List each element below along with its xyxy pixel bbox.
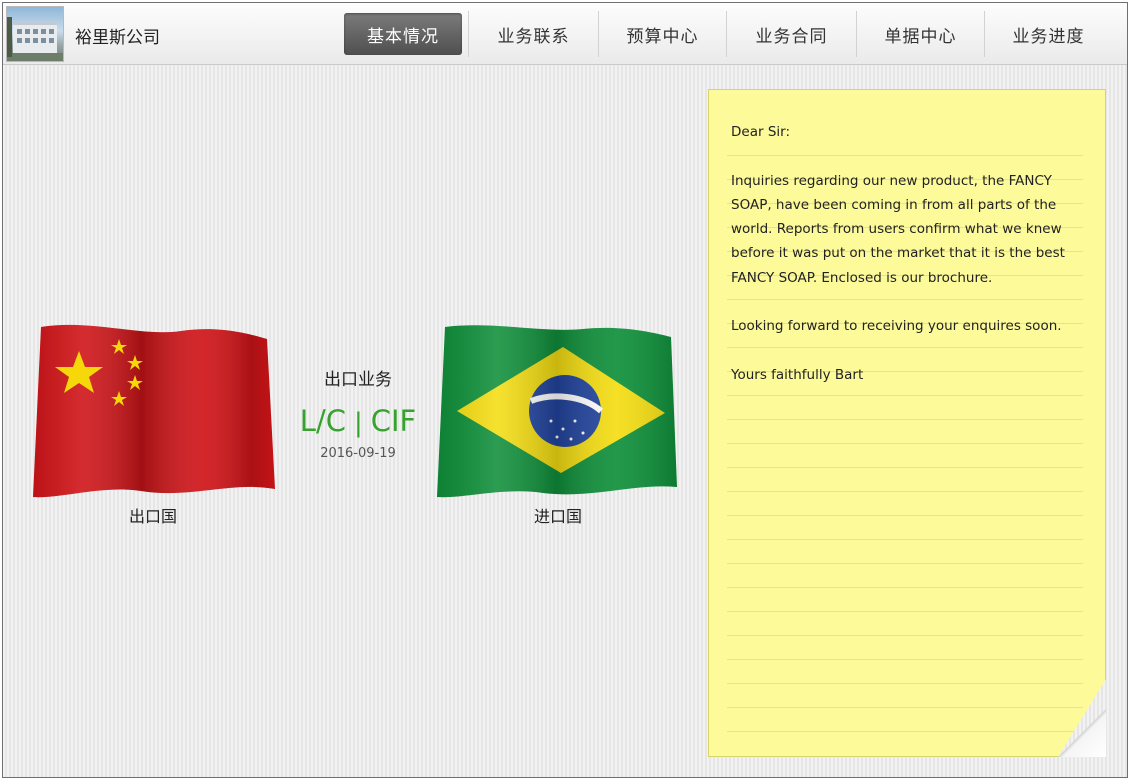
tab-business-progress[interactable]: 业务进度: [984, 11, 1112, 57]
top-bar: 裕里斯公司 基本情况 业务联系 预算中心 业务合同 单据中心 业务进度: [3, 3, 1127, 65]
letter-note: Dear Sir: Inquiries regarding our new pr…: [708, 89, 1106, 757]
trade-terms: L/C | CIF: [293, 404, 423, 438]
import-country-label: 进口国: [533, 507, 582, 526]
letter-body: Inquiries regarding our new product, the…: [731, 172, 1065, 286]
company-logo-image[interactable]: [6, 6, 64, 62]
letter-signature: Yours faithfully Bart: [731, 366, 864, 383]
letter-content: Dear Sir: Inquiries regarding our new pr…: [731, 120, 1081, 387]
trade-term: CIF: [370, 404, 417, 438]
terms-divider: |: [353, 408, 363, 438]
export-country-label: 出口国: [128, 507, 177, 526]
tab-document-center[interactable]: 单据中心: [856, 11, 984, 57]
letter-closing: Looking forward to receiving your enquir…: [731, 318, 1062, 335]
tab-budget-center[interactable]: 预算中心: [598, 11, 726, 57]
payment-method: L/C: [299, 404, 346, 438]
main-nav: 基本情况 业务联系 预算中心 业务合同 单据中心 业务进度: [340, 11, 1112, 57]
china-flag-icon: [31, 321, 275, 503]
business-summary: 出口业务 L/C | CIF 2016-09-19: [293, 365, 423, 461]
tab-business-contract[interactable]: 业务合同: [726, 11, 856, 57]
business-type: 出口业务: [324, 370, 392, 390]
brazil-flag-icon: [433, 321, 677, 503]
tab-business-contact[interactable]: 业务联系: [468, 11, 598, 57]
tab-basic-info[interactable]: 基本情况: [344, 13, 462, 55]
company-name: 裕里斯公司: [75, 28, 160, 48]
letter-greeting: Dear Sir:: [731, 124, 790, 140]
app-window: 裕里斯公司 基本情况 业务联系 预算中心 业务合同 单据中心 业务进度 出口国 …: [2, 2, 1128, 778]
business-date: 2016-09-19: [320, 446, 396, 461]
